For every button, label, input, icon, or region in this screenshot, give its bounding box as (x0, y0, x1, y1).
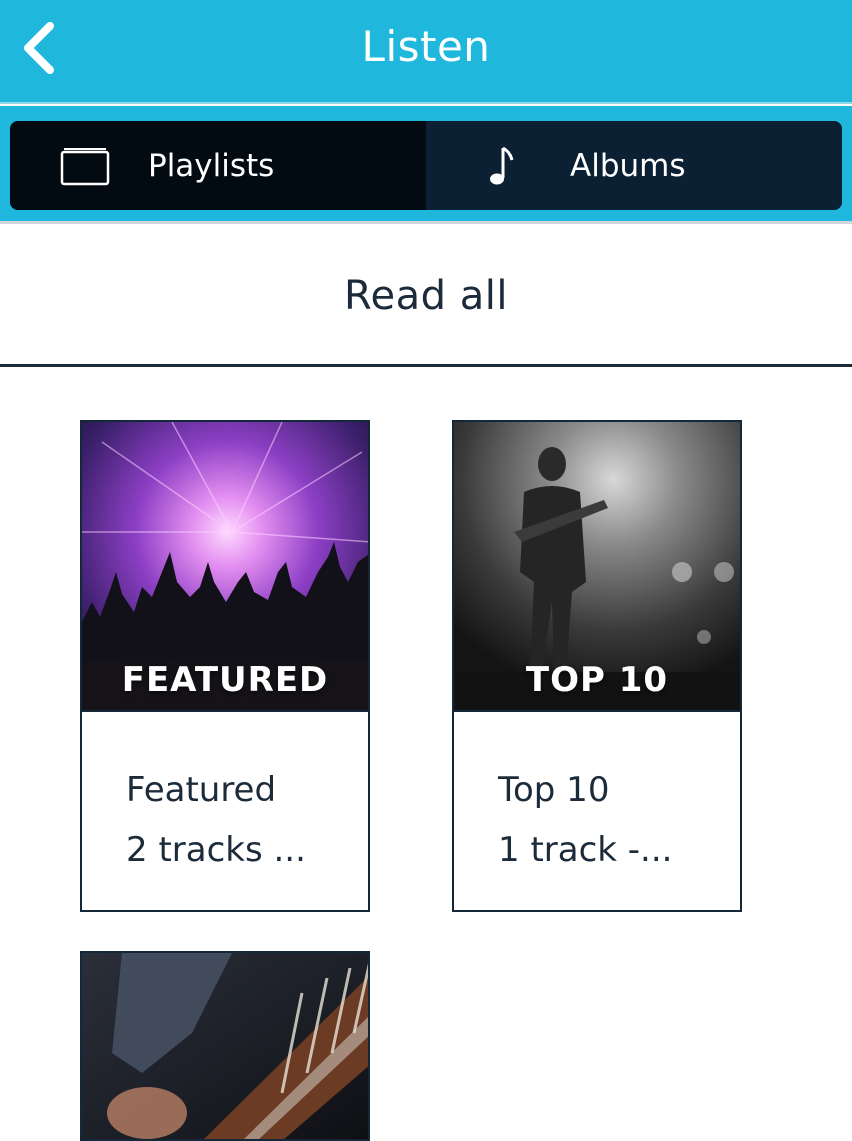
playlist-title: Top 10 (498, 770, 610, 810)
playlist-card-third[interactable] (80, 951, 370, 1141)
app-header: Listen (0, 0, 852, 104)
playlist-card-featured[interactable]: FEATURED Featured 2 tracks ... (80, 420, 370, 912)
playlist-info: Featured 2 tracks ... (82, 710, 368, 910)
playlist-folder-icon (60, 146, 110, 186)
playlist-subtitle: 2 tracks ... (126, 830, 306, 870)
cover-text-featured: FEATURED (121, 660, 329, 700)
tab-playlists[interactable]: Playlists (10, 121, 426, 210)
tab-bar: Playlists Albums (0, 106, 852, 224)
music-note-icon (486, 144, 516, 188)
tab-albums-label: Albums (570, 147, 686, 184)
cover-text-top10: TOP 10 (525, 660, 669, 700)
playlist-cover-third (82, 953, 368, 1139)
segmented-control: Playlists Albums (10, 121, 842, 210)
tab-albums[interactable]: Albums (426, 121, 842, 210)
playlist-subtitle: 1 track -... (498, 830, 673, 870)
playlist-title: Featured (126, 770, 277, 810)
playlist-cover-featured: FEATURED (82, 422, 368, 710)
playlist-cover-top10: TOP 10 (454, 422, 740, 710)
playlist-card-top10[interactable]: TOP 10 Top 10 1 track -... (452, 420, 742, 912)
playlist-info: Top 10 1 track -... (454, 710, 740, 910)
page-title: Listen (361, 22, 491, 71)
read-all-button[interactable]: Read all (0, 227, 852, 367)
tab-playlists-label: Playlists (148, 147, 275, 184)
read-all-label: Read all (344, 272, 508, 319)
